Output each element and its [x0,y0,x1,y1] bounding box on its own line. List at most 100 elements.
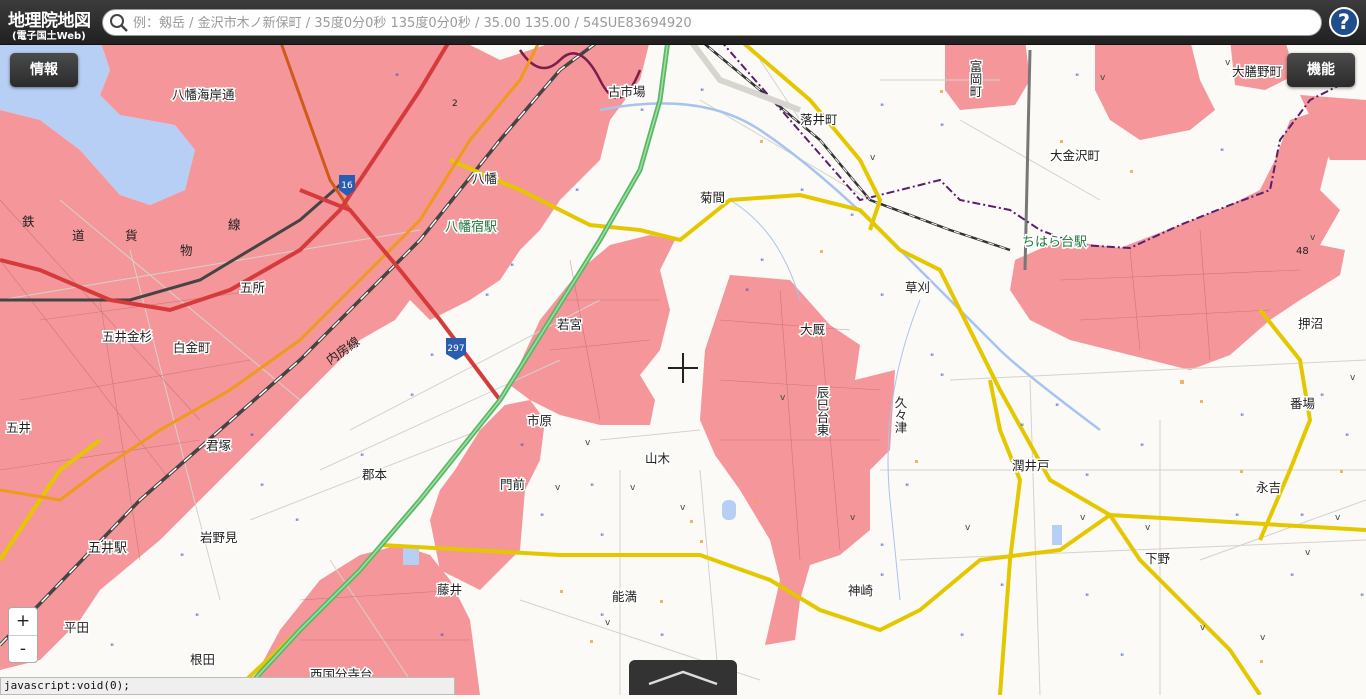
zoom-control: + - [8,607,38,663]
place-label: 菊間 [700,190,725,205]
svg-text:": " [1290,573,1294,583]
svg-text:v: v [630,483,636,493]
place-label: 八幡海岸通 [172,87,235,102]
route-number-297: 297 [447,344,464,354]
place-label: 君塚 [206,438,232,453]
place-label: 鉄 [22,214,35,229]
svg-text:": " [1075,73,1079,83]
place-label: 番場 [1290,396,1315,411]
spot-height-label: 2 [452,99,458,109]
place-label: 能満 [612,589,637,604]
svg-text:": " [880,103,884,113]
svg-text:": " [930,353,934,363]
svg-text:": " [540,513,544,523]
place-label: 市原 [527,413,552,428]
svg-text:v: v [1100,73,1106,83]
svg-text:": " [800,188,804,198]
svg-text:": " [905,483,909,493]
place-label: 門前 [500,477,525,492]
place-label: 五所 [240,280,265,295]
search-icon [110,14,128,32]
place-label: 大膳野町 [1232,64,1282,79]
top-bar: 地理院地図 (電子国土Web) ? [0,0,1366,45]
place-label: 貨 [125,228,138,243]
svg-text:v: v [1350,373,1356,383]
svg-text:": " [440,633,444,643]
place-label: 八幡 [472,171,498,186]
svg-text:v: v [1200,623,1206,633]
svg-text:": " [1085,473,1089,483]
svg-text:": " [1360,593,1364,603]
svg-text:v: v [1145,523,1151,533]
map-canvas[interactable]: 16 297 " " " " " " " " " " " " " " " " " " " " " " " " " " "… [0,0,1366,695]
place-label: 道 [72,228,85,243]
search-input[interactable] [131,12,1315,35]
zoom-in-button[interactable]: + [9,608,37,636]
svg-text:v: v [780,393,786,403]
place-label: 神崎 [848,583,874,598]
svg-text:": " [700,88,704,98]
status-bar: javascript:void(0); [0,677,455,695]
svg-text:": " [1085,593,1089,603]
place-label: 辰巳台東 [815,386,830,436]
place-label: 郡本 [362,467,388,482]
svg-text:v: v [1305,548,1311,558]
svg-text:": " [1120,653,1124,663]
logo-subtitle: (電子国土Web) [12,31,86,42]
route-number-16: 16 [341,181,353,191]
place-label: 大厩 [800,322,826,337]
chevron-up-icon [648,670,718,686]
help-button[interactable]: ? [1329,7,1359,37]
svg-text:": " [880,573,884,583]
place-label: 古市場 [608,84,646,99]
help-icon: ? [1337,10,1351,34]
svg-text:": " [360,453,364,463]
svg-text:": " [295,518,299,528]
site-logo[interactable]: 地理院地図 (電子国土Web) [4,4,100,42]
svg-text:": " [880,543,884,553]
place-label: 下野 [1145,551,1171,566]
elevation-label: 48 [1296,246,1309,257]
place-label: 大金沢町 [1050,148,1100,163]
svg-text:v: v [605,618,611,628]
place-label: 永吉 [1256,480,1281,495]
svg-text:": " [880,293,884,303]
svg-text:": " [600,613,604,623]
bottom-panel-toggle[interactable] [629,660,737,695]
place-label: 落井町 [800,112,838,127]
svg-text:v: v [1260,633,1266,643]
svg-text:": " [1140,443,1144,453]
svg-text:v: v [555,483,561,493]
place-label: 富岡町 [968,59,983,98]
svg-text:": " [260,483,264,493]
place-label: 藤井 [437,582,462,597]
svg-text:": " [640,108,644,118]
place-label: 物 [180,243,193,258]
svg-text:": " [1320,393,1324,403]
functions-button[interactable]: 機能 [1287,53,1355,87]
place-label: 五井金杉 [102,329,152,344]
place-label: 若宮 [557,317,582,332]
svg-text:": " [850,213,854,223]
info-button[interactable]: 情報 [10,53,78,87]
place-label: 白金町 [173,340,211,355]
svg-text:v: v [870,153,876,163]
svg-text:": " [195,613,199,623]
svg-text:": " [520,443,524,453]
zoom-out-button[interactable]: - [9,636,37,663]
svg-text:": " [1345,433,1349,443]
place-label: 山木 [645,451,671,466]
station-label: 五井駅 [88,541,127,556]
svg-text:": " [940,123,944,133]
svg-text:": " [110,643,114,653]
svg-text:": " [660,633,664,643]
search-box[interactable] [102,9,1322,36]
svg-text:": " [485,293,489,303]
place-label: 潤井戸 [1012,458,1050,473]
station-label: 八幡宿駅 [445,219,497,235]
place-label: 草刈 [905,280,930,295]
svg-text:": " [430,353,434,363]
svg-text:v: v [850,513,856,523]
svg-text:": " [510,263,514,273]
svg-text:": " [1000,583,1004,593]
